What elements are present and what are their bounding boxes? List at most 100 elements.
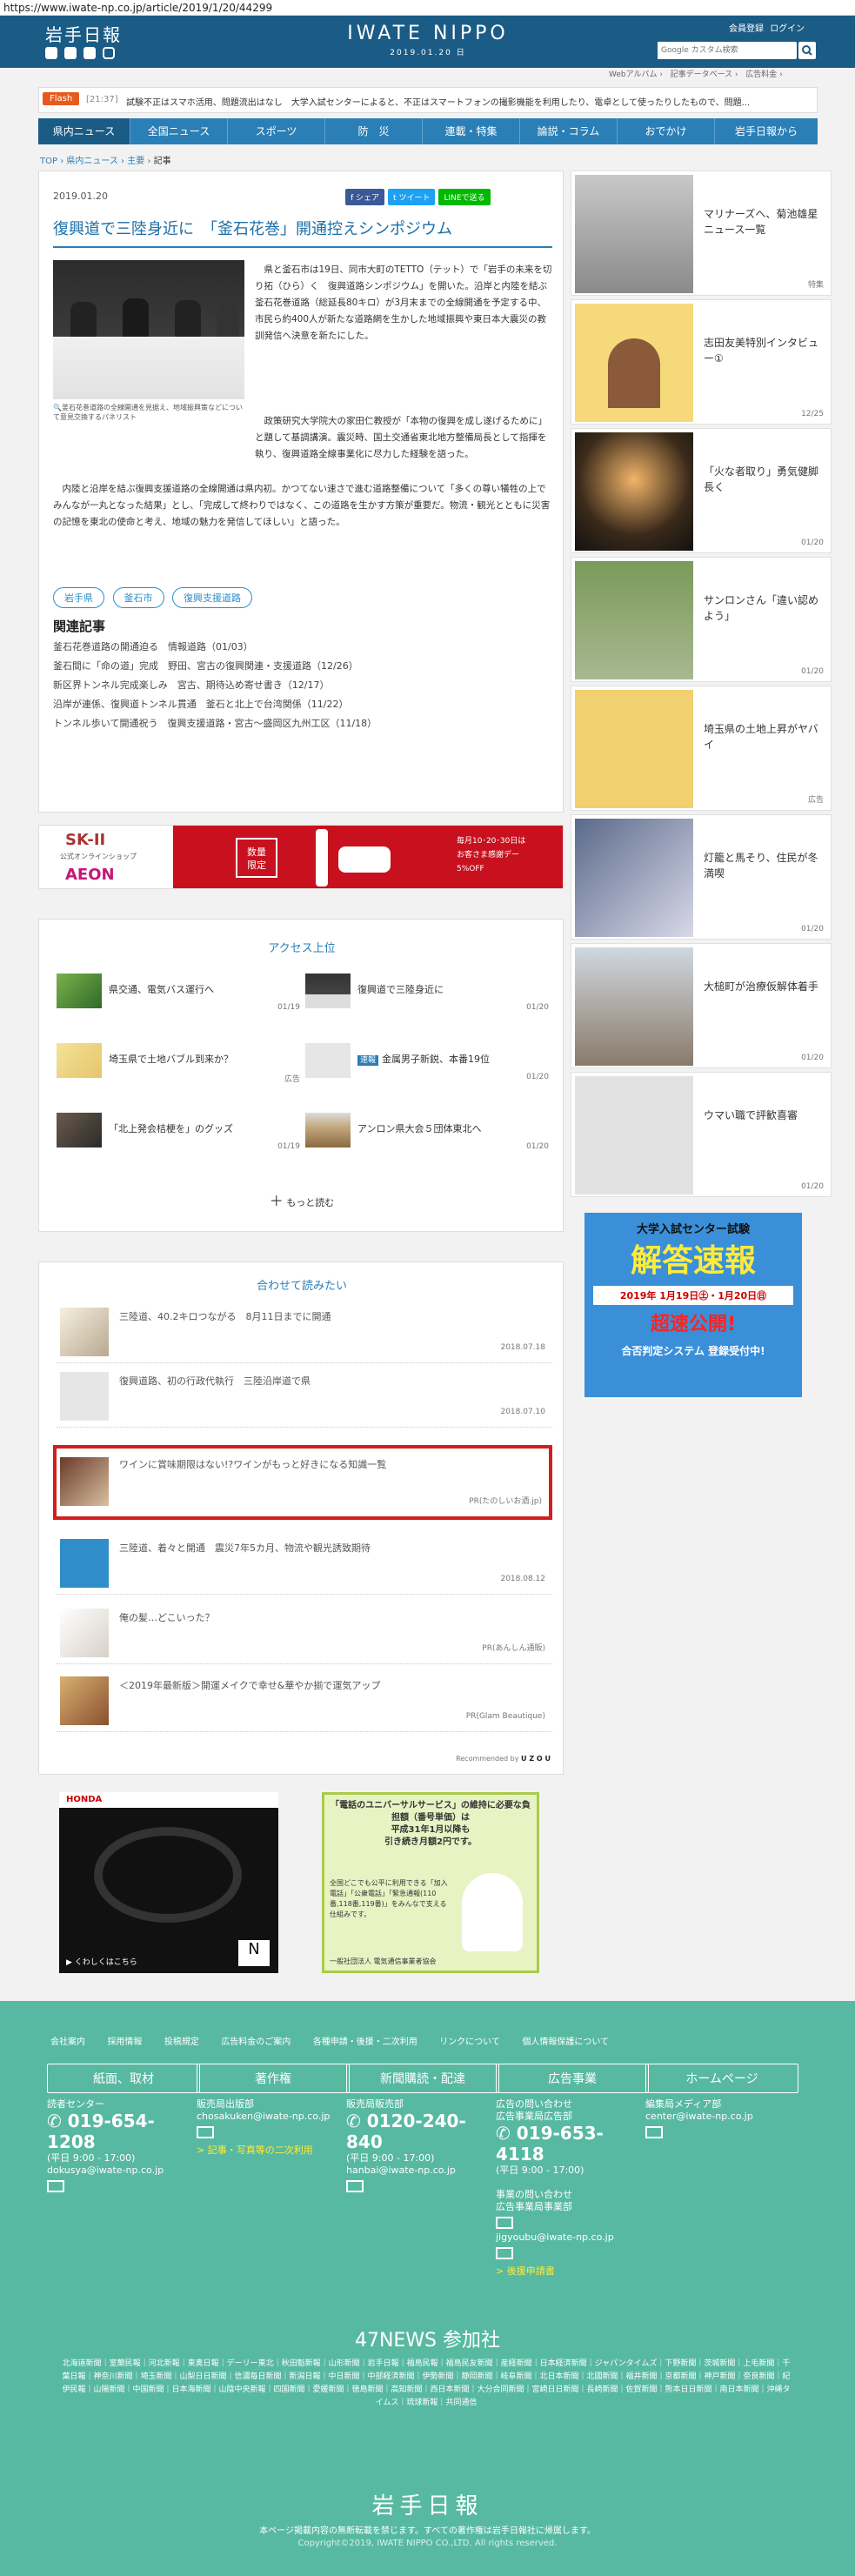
footer-mail-link[interactable]: dokusya@iwate-np.co.jp — [47, 2165, 200, 2177]
access-thumb — [57, 1043, 102, 1078]
exam-answer-ad[interactable]: 大学入試センター試験 解答速報 2019年 1月19日㊏・1月20日㊐ 超速公開… — [584, 1213, 802, 1397]
exam-ad-line2: 解答速報 — [630, 1243, 756, 1279]
sidebar-item[interactable]: ウマい職で評歓喜審 01/20 — [571, 1072, 832, 1197]
twitter-share-button[interactable]: t ツイート — [388, 189, 436, 205]
recommend-item[interactable]: 俺の髪…どこいった？ PR(あんしん通販) — [57, 1602, 552, 1664]
related-title: 関連記事 — [53, 619, 106, 634]
tag-recovery-road[interactable]: 復興支援道路 — [172, 587, 252, 608]
facebook-share-button[interactable]: f シェア — [345, 189, 385, 205]
flash-bar[interactable]: Flash [21:37] 試験不正はスマホ活用、問題流出はなし 大学入試センタ… — [38, 87, 818, 113]
sidebar-item[interactable]: 志田友美特別インタビュー① 12/25 — [571, 299, 832, 425]
footer-link-privacy[interactable]: 個人情報保護について — [522, 2037, 609, 2047]
recommend-item[interactable]: 三陸道、着々と開通 震災7年5カ月、物流や観光誘致期待 2018.08.12 — [57, 1532, 552, 1595]
more-button[interactable]: ＋ もっと読む — [39, 1189, 564, 1210]
footer-links: 会社案内 採用情報 投稿規定 広告料金のご案内 各種申請・後援・二次利用 リンク… — [50, 2034, 609, 2047]
recommend-item[interactable]: 三陸道、40.2キロつながる 8月11日までに開通 2018.07.18 — [57, 1301, 552, 1363]
line-share-button[interactable]: LINEで送る — [438, 189, 491, 205]
mail-icon[interactable] — [197, 2126, 214, 2138]
access-item[interactable]: 埼玉県で土地バブル到来か？ 広告 — [57, 1034, 300, 1087]
mail-icon[interactable] — [47, 2180, 64, 2192]
facebook-icon[interactable] — [64, 47, 77, 59]
site-header: 岩手日報 IWATE NIPPO 2019.01.20 日 会員登録 ログイン — [0, 16, 855, 68]
sidebar-item[interactable]: 大槌町が治療仮解体着手 01/20 — [571, 943, 832, 1068]
sidebar: マリナーズへ、菊池雄星ニュース一覧 特集 志田友美特別インタビュー① 12/25 「… — [571, 171, 832, 1371]
article-date: 2019.01.20 — [53, 191, 108, 202]
footer-copyright: Copyright©2019, IWATE NIPPO CO.,LTD. All… — [297, 2539, 558, 2548]
login-link[interactable]: ログイン — [770, 24, 805, 34]
address-bar[interactable]: https://www.iwate-np.co.jp/article/2019/… — [0, 0, 855, 16]
related-item[interactable]: トンネル歩いて開通祝う 復興支援道路・宮古～盛岡区九州工区（11/18） — [53, 714, 549, 733]
footer-link-company[interactable]: 会社案内 — [50, 2037, 85, 2047]
access-item[interactable]: 復興道で三陸身近に 01/20 — [305, 965, 549, 1017]
sidebar-item[interactable]: マリナーズへ、菊池雄星ニュース一覧 特集 — [571, 171, 832, 296]
related-item[interactable]: 釜石間に「命の道」完成 野田、宮古の復興関連・支援道路（12/26） — [53, 657, 549, 676]
footer-link-posting[interactable]: 投稿規定 — [164, 2037, 199, 2047]
zoom-icon: 🔍 — [53, 404, 62, 411]
site-logo[interactable]: 岩手日報 — [45, 21, 122, 46]
mail-icon[interactable] — [645, 2126, 663, 2138]
footer-mail-link[interactable]: hanbai@iwate-np.co.jp — [346, 2165, 499, 2177]
nav-prefecture-news[interactable]: 県内ニュース — [38, 118, 130, 144]
breadcrumb: TOP › 県内ニュース › 主要 › 記事 — [40, 157, 171, 166]
header-sublinks: Webアルバム › 記事データベース › 広告料金 › — [609, 68, 783, 79]
tag-kamaishi[interactable]: 釜石市 — [112, 587, 164, 608]
footer-link-permissions[interactable]: 各種申請・後援・二次利用 — [313, 2037, 417, 2047]
footer-mail-link[interactable]: jigyoubu@iwate-np.co.jp — [496, 2231, 649, 2244]
instagram-icon[interactable] — [103, 47, 115, 59]
ad-rates-link[interactable]: 広告料金 › — [745, 70, 782, 79]
recommend-item-highlighted[interactable]: ワインに賞味期限はない!?ワインがもっと好きになる知識一覧 PR(たのしいお酒.j… — [53, 1445, 552, 1520]
mail-icon[interactable] — [346, 2180, 364, 2192]
breadcrumb-main[interactable]: 主要 — [127, 157, 144, 166]
nav-disaster[interactable]: 防 災 — [325, 118, 423, 144]
footer-link-linking[interactable]: リンクについて — [439, 2037, 500, 2047]
main-nav: 県内ニュース 全国ニュース スポーツ 防 災 連載・特集 論説・コラム おでかけ… — [38, 118, 818, 144]
breadcrumb-prefecture[interactable]: 県内ニュース — [66, 157, 118, 166]
member-register-link[interactable]: 会員登録 — [729, 24, 764, 34]
mail-icon[interactable] — [496, 2217, 513, 2229]
sidebar-item[interactable]: 「火な者取り」勇気健脚長く 01/20 — [571, 428, 832, 553]
footer-note-link[interactable]: > 記事・写真等の二次利用 — [197, 2144, 350, 2157]
tag-iwate[interactable]: 岩手県 — [53, 587, 104, 608]
nav-from-iwate-nippo[interactable]: 岩手日報から — [715, 118, 818, 144]
footer-mail-link[interactable]: chosakuken@iwate-np.co.jp — [197, 2111, 350, 2123]
related-item[interactable]: 沿岸が連係、復興道トンネル貫通 釜石と北上で台湾関係（11/22） — [53, 695, 549, 714]
access-item[interactable]: 県交通、電気バス運行へ 01/19 — [57, 965, 300, 1017]
article-card: 2019.01.20 f シェア t ツイート LINEで送る 復興道で三陸身近… — [38, 171, 564, 813]
access-ranking: アクセス上位 県交通、電気バス運行へ 01/19 復興道で三陸身近に 01/20 埼… — [38, 919, 564, 1232]
sidebar-item[interactable]: 灯籠と馬そり、住民が冬満喫 01/20 — [571, 814, 832, 940]
footer-note-link[interactable]: > 後援申請書 — [496, 2265, 649, 2278]
related-item[interactable]: 釜石花巻道路の開通迫る 情報道路（01/03） — [53, 638, 549, 657]
breadcrumb-top[interactable]: TOP — [40, 157, 57, 166]
article-photo[interactable] — [53, 260, 244, 399]
hatena-icon[interactable] — [83, 47, 96, 59]
honda-ad[interactable]: HONDA ▶ くわしくはこちら N — [59, 1792, 278, 1973]
sidebar-item[interactable]: サンロンさん「違い認めよう」 01/20 — [571, 557, 832, 682]
nav-column[interactable]: 論説・コラム — [520, 118, 618, 144]
tag-list: 岩手県 釜石市 復興支援道路 — [53, 587, 257, 608]
search-input[interactable] — [658, 42, 776, 59]
access-item[interactable]: 速報 金属男子新鋭、本番19位 01/20 — [305, 1034, 549, 1087]
access-item[interactable]: アンロン県大会５団体東北へ 01/20 — [305, 1104, 549, 1156]
access-item[interactable]: 「北上発会桔梗を」のグッズ 01/19 — [57, 1104, 300, 1156]
nav-sports[interactable]: スポーツ — [228, 118, 325, 144]
footer-mail-link[interactable]: center@iwate-np.co.jp — [645, 2111, 798, 2123]
nav-national-news[interactable]: 全国ニュース — [130, 118, 228, 144]
twitter-icon[interactable] — [45, 47, 57, 59]
search-button[interactable] — [798, 42, 816, 59]
recommend-item[interactable]: 復興道路、初の行政代執行 三陸沿岸道で県 2018.07.10 — [57, 1365, 552, 1428]
footer-link-recruit[interactable]: 採用情報 — [107, 2037, 142, 2047]
recommend-item[interactable]: ＜2019年最新版＞開運メイクで幸せ&華やか揃で運気アップ PR(Glam Bea… — [57, 1669, 552, 1732]
footer-link-ad-rates[interactable]: 広告料金のご案内 — [221, 2037, 291, 2047]
nav-outing[interactable]: おでかけ — [618, 118, 715, 144]
sidebar-item[interactable]: 埼玉県の土地上昇がヤバイ 広告 — [571, 686, 832, 811]
article-db-link[interactable]: 記事データベース › — [671, 70, 738, 79]
ad-banner[interactable]: SK-II 公式オンラインショップ AEON 数量 限定 毎月10･20･30日… — [38, 825, 564, 889]
mail-icon[interactable] — [496, 2247, 513, 2259]
news47-papers[interactable]: 北海道新聞｜室蘭民報｜河北新報｜東奥日報｜デーリー東北｜秋田魁新報｜山形新聞｜岩… — [61, 2358, 792, 2410]
footer-logo[interactable]: 岩手日報 — [0, 2488, 855, 2520]
related-item[interactable]: 新区界トンネル完成楽しみ 宮古、期待込め寄せ書き（12/17） — [53, 676, 549, 695]
nav-series[interactable]: 連載・特集 — [423, 118, 520, 144]
ntt-ad[interactable]: 「電話のユニバーサルサービス」の維持に必要な負担額（番号単価）は 平成31年1月… — [322, 1792, 539, 1973]
article-title: 復興道で三陸身近に 「釜石花巻」開通控えシンポジウム — [53, 217, 552, 248]
web-album-link[interactable]: Webアルバム › — [609, 70, 663, 79]
